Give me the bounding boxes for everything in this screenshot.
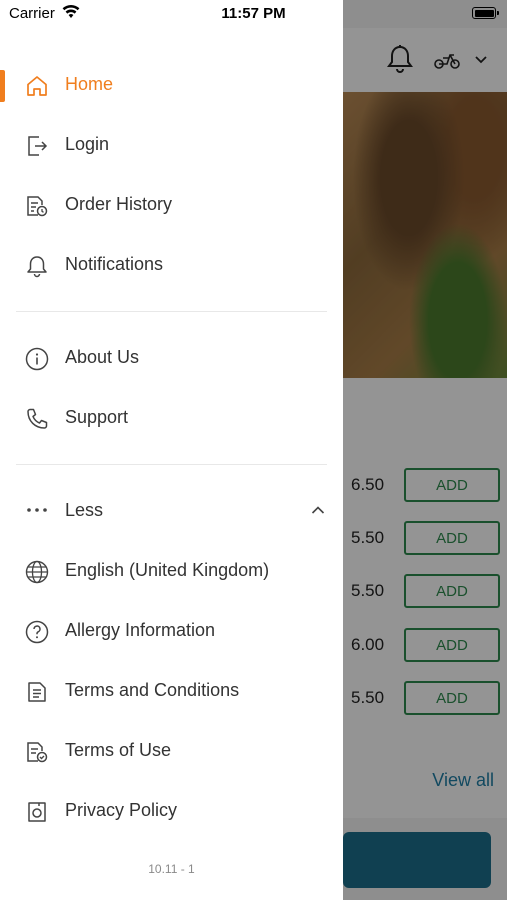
menu-item-label: Notifications bbox=[65, 254, 164, 274]
clock: 11:57 PM bbox=[221, 5, 286, 22]
menu-item-order-history[interactable]: Order History bbox=[0, 177, 343, 233]
menu-item-label: Less bbox=[65, 500, 104, 520]
menu-item-label: Privacy Policy bbox=[65, 800, 178, 820]
menu-item-label: Login bbox=[65, 134, 110, 154]
menu-item-support[interactable]: Support bbox=[0, 390, 343, 446]
menu-item-login[interactable]: Login bbox=[0, 117, 343, 173]
active-indicator bbox=[0, 70, 5, 102]
phone-icon bbox=[24, 406, 50, 432]
menu-item-label: Terms of Use bbox=[65, 740, 172, 760]
menu-item-terms-and-conditions[interactable]: Terms and Conditions bbox=[0, 663, 343, 719]
home-icon bbox=[24, 73, 50, 99]
menu-item-notifications[interactable]: Notifications bbox=[0, 237, 343, 293]
menu-item-language[interactable]: English (United Kingdom) bbox=[0, 543, 343, 599]
document-icon bbox=[24, 679, 50, 705]
login-icon bbox=[24, 133, 50, 159]
app-version: 10.11 - 1 bbox=[148, 862, 195, 876]
menu-item-allergy-information[interactable]: Allergy Information bbox=[0, 603, 343, 659]
menu-toggle-less[interactable]: Less bbox=[0, 483, 343, 539]
bell-icon bbox=[24, 253, 50, 279]
menu-item-about-us[interactable]: About Us bbox=[0, 330, 343, 386]
info-icon bbox=[24, 346, 50, 372]
menu-item-label: English (United Kingdom) bbox=[65, 560, 270, 580]
menu-divider bbox=[16, 464, 327, 465]
document-check-icon bbox=[24, 739, 50, 765]
chevron-up-icon bbox=[311, 505, 325, 515]
menu-item-home[interactable]: Home bbox=[0, 57, 343, 113]
globe-icon bbox=[24, 559, 50, 585]
menu-item-label: About Us bbox=[65, 347, 140, 367]
side-drawer: Home Login Order History Notifications A… bbox=[0, 0, 343, 900]
question-icon bbox=[24, 619, 50, 645]
menu-item-label: Support bbox=[65, 407, 129, 427]
status-bar: Carrier 11:57 PM bbox=[0, 0, 507, 28]
menu-item-label: Home bbox=[65, 74, 114, 94]
menu-item-label: Order History bbox=[65, 194, 173, 214]
privacy-icon bbox=[24, 799, 50, 825]
menu-divider bbox=[16, 311, 327, 312]
menu-item-label: Terms and Conditions bbox=[65, 680, 240, 700]
order-history-icon bbox=[24, 193, 50, 219]
more-dots-icon bbox=[24, 499, 50, 525]
menu-item-privacy-policy[interactable]: Privacy Policy bbox=[0, 783, 343, 839]
menu-item-terms-of-use[interactable]: Terms of Use bbox=[0, 723, 343, 779]
menu-item-label: Allergy Information bbox=[65, 620, 216, 640]
battery-icon bbox=[472, 7, 499, 19]
